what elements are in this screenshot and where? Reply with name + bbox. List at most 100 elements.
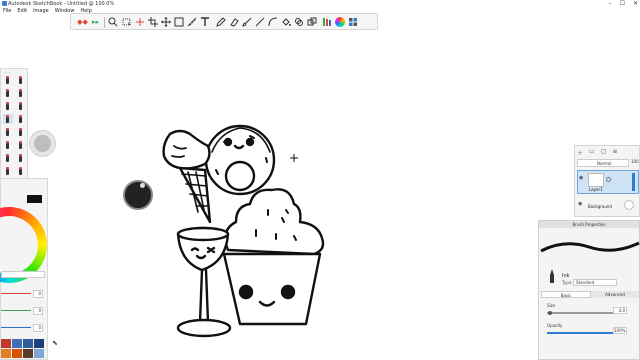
layer-opacity[interactable]: 100	[631, 159, 639, 164]
color-wheel-icon[interactable]	[334, 16, 345, 27]
visibility-eye-icon[interactable]: ◉	[579, 175, 583, 181]
brand-green-icon[interactable]: ▸▸	[90, 16, 101, 27]
size-label: Size	[547, 303, 556, 308]
swatch[interactable]	[23, 339, 33, 348]
brand-red-icon[interactable]: ◆◆	[77, 16, 88, 27]
brush-slot[interactable]	[16, 140, 26, 150]
layer-name: Background	[588, 204, 612, 209]
curve-icon[interactable]	[267, 16, 278, 27]
window-controls: – ☐ ✕	[609, 0, 638, 7]
brush-type-label: Type:	[562, 280, 573, 285]
swatch[interactable]	[34, 339, 44, 348]
swatch[interactable]	[12, 349, 22, 358]
green-slider-track[interactable]	[1, 310, 31, 311]
brush-slot[interactable]	[3, 75, 13, 85]
brush-slot[interactable]	[3, 166, 13, 176]
layer-toolbar: ＋ ▭ ▢ ≡	[577, 148, 617, 157]
brush-slot[interactable]	[16, 166, 26, 176]
tab-advanced[interactable]: Advanced	[591, 291, 639, 298]
red-slider[interactable]: 0	[1, 289, 45, 299]
minimize-button[interactable]: –	[609, 0, 612, 7]
background-color-circle[interactable]	[624, 200, 634, 210]
layer-menu-icon[interactable]: ≡	[612, 148, 617, 157]
brush-type-dropdown[interactable]: Standard	[573, 279, 617, 286]
canvas-drawing[interactable]	[150, 112, 350, 352]
brush-slot[interactable]	[16, 127, 26, 137]
pencil-icon[interactable]	[215, 16, 226, 27]
blue-slider-track[interactable]	[1, 327, 31, 328]
menu-image[interactable]: Image	[33, 8, 49, 15]
move-icon[interactable]	[160, 16, 171, 27]
brush-slot[interactable]	[16, 75, 26, 85]
red-slider-track[interactable]	[1, 293, 31, 294]
blend-mode-dropdown[interactable]: Normal	[577, 159, 629, 167]
visibility-eye-icon[interactable]: ◉	[578, 201, 582, 207]
zoom-icon[interactable]	[107, 16, 118, 27]
layer-lock-icon[interactable]	[606, 177, 611, 182]
fill-icon[interactable]	[280, 16, 291, 27]
opacity-label: Opacity	[547, 323, 563, 328]
line-icon[interactable]	[254, 16, 265, 27]
swatch[interactable]	[12, 339, 22, 348]
brush-icon[interactable]	[241, 16, 252, 27]
green-slider[interactable]: 0	[1, 306, 45, 316]
layer-group-icon[interactable]: ▭	[589, 148, 595, 157]
swatch[interactable]	[23, 349, 33, 358]
text-icon[interactable]	[199, 16, 210, 27]
blue-slider[interactable]: 0	[1, 323, 45, 333]
menu-file[interactable]: File	[3, 8, 11, 15]
brush-slot-selected[interactable]	[3, 114, 13, 124]
brush-slot[interactable]	[3, 127, 13, 137]
opacity-slider[interactable]	[547, 332, 615, 334]
layer-item-background[interactable]: ◉ Background	[577, 199, 639, 213]
brush-slot[interactable]	[16, 101, 26, 111]
copic-library-icon[interactable]	[321, 16, 332, 27]
menu-edit[interactable]: Edit	[17, 8, 27, 15]
close-button[interactable]: ✕	[633, 0, 638, 7]
import-layer-icon[interactable]: ▢	[601, 148, 607, 157]
perspective-icon[interactable]	[306, 16, 317, 27]
stamp-icon[interactable]	[293, 16, 304, 27]
toolbar-divider	[104, 17, 105, 28]
palette-scroll-icon[interactable]: ⬉	[52, 339, 58, 347]
swatch[interactable]	[34, 349, 44, 358]
layers-icon[interactable]	[347, 16, 358, 27]
eraser-icon[interactable]	[228, 16, 239, 27]
active-color-swatch[interactable]	[27, 195, 42, 203]
layer-item-layer1[interactable]: ◉ Layer1	[577, 170, 639, 194]
brush-slot[interactable]	[3, 88, 13, 98]
lagoon-puck[interactable]	[29, 130, 56, 157]
brush-properties-panel: Brush Properties Ink Type: Standard Basi…	[538, 220, 640, 360]
swatch[interactable]	[1, 349, 11, 358]
brush-properties-tabs: Basic Advanced	[541, 291, 639, 298]
size-value[interactable]: 4.0	[613, 307, 627, 314]
ruler-icon[interactable]	[186, 16, 197, 27]
size-slider-knob[interactable]	[548, 311, 552, 315]
add-layer-icon[interactable]: ＋	[577, 148, 583, 157]
color-mode-dropdown[interactable]	[1, 271, 45, 278]
color-editor: 0 0 0	[0, 178, 48, 360]
green-value[interactable]: 0	[33, 307, 43, 315]
red-value[interactable]: 0	[33, 290, 43, 298]
opacity-value[interactable]: 100%	[613, 327, 627, 334]
palette-grip: • • •	[3, 70, 11, 74]
swatch[interactable]	[1, 339, 11, 348]
transform-icon[interactable]	[134, 16, 145, 27]
brush-slot[interactable]	[3, 153, 13, 163]
maximize-button[interactable]: ☐	[620, 0, 625, 7]
select-icon[interactable]	[121, 16, 132, 27]
size-slider[interactable]	[547, 312, 615, 314]
crop-icon[interactable]	[147, 16, 158, 27]
brush-slot[interactable]	[3, 101, 13, 111]
brush-slot[interactable]	[3, 140, 13, 150]
brush-slot[interactable]	[16, 153, 26, 163]
layer-scroll-indicator[interactable]	[632, 173, 635, 191]
tab-basic[interactable]: Basic	[541, 291, 591, 298]
brush-name: Ink	[562, 273, 570, 279]
layer-editor: ＋ ▭ ▢ ≡ Normal 100 ◉ Layer1 ◉ Background	[574, 145, 640, 217]
rectangle-icon[interactable]	[173, 16, 184, 27]
blue-value[interactable]: 0	[33, 324, 43, 332]
stroke-preview	[540, 241, 640, 253]
brush-slot[interactable]	[16, 114, 26, 124]
brush-slot[interactable]	[16, 88, 26, 98]
